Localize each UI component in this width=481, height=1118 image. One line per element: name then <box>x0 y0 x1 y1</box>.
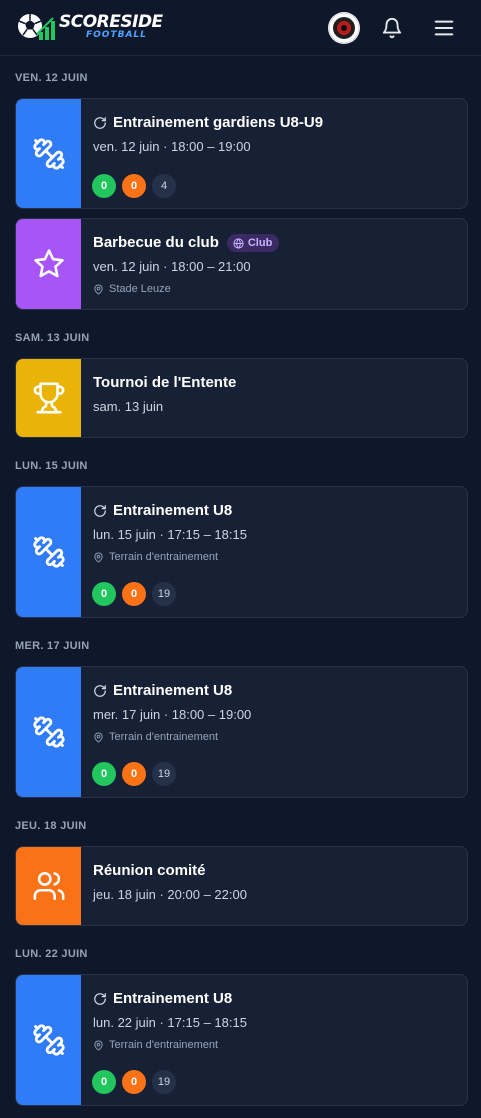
attendance-badges: 0 0 19 <box>92 1070 176 1094</box>
event-title-text: Barbecue du club <box>93 234 219 251</box>
event-location: Terrain d'entrainement <box>93 1038 218 1052</box>
event-title: Entrainement U8 <box>93 989 232 1009</box>
event-type-strip <box>16 975 81 1105</box>
event-location: Terrain d'entrainement <box>93 550 218 564</box>
pending-count-badge: 4 <box>152 174 176 198</box>
present-count-badge: 0 <box>92 762 116 786</box>
event-title: Réunion comité <box>93 861 206 881</box>
event-location: Terrain d'entrainement <box>93 730 218 744</box>
recurring-icon <box>94 505 106 517</box>
day-label: LUN. 22 JUIN <box>15 948 88 960</box>
day-label: VEN. 12 JUIN <box>15 72 88 84</box>
club-avatar[interactable] <box>328 12 360 44</box>
absent-count-badge: 0 <box>122 762 146 786</box>
dumbbell-icon <box>32 1024 65 1056</box>
event-title-text: Entrainement U8 <box>113 990 233 1007</box>
event-type-strip <box>16 99 81 208</box>
event-card[interactable]: Entrainement U8 lun. 22 juin · 17:15 – 1… <box>15 974 468 1106</box>
event-location: Stade Leuze <box>93 282 171 296</box>
event-type-strip <box>16 847 81 925</box>
present-count-badge: 0 <box>92 1070 116 1094</box>
recurring-icon <box>94 117 106 129</box>
attendance-badges: 0 0 19 <box>92 762 176 786</box>
event-location-text: Stade Leuze <box>109 283 171 295</box>
pending-count-badge: 19 <box>152 582 176 606</box>
present-count-badge: 0 <box>92 582 116 606</box>
logo-ball-icon <box>18 14 55 40</box>
event-date: sam. 13 juin <box>93 399 164 414</box>
logo-text: SCORESIDE <box>59 12 163 32</box>
absent-count-badge: 0 <box>122 174 146 198</box>
event-title-text: Entrainement U8 <box>113 682 233 699</box>
star-icon <box>33 249 64 278</box>
event-card[interactable]: Barbecue du club Club ven. 12 juin · 18:… <box>15 218 468 310</box>
location-pin-icon <box>94 1039 103 1051</box>
event-card[interactable]: Entrainement U8 mer. 17 juin · 18:00 – 1… <box>15 666 468 798</box>
event-date: ven. 12 juin · 18:00 – 21:00 <box>93 259 251 274</box>
top-bar: SCORESIDE FOOTBALL <box>0 0 481 56</box>
event-date: jeu. 18 juin · 20:00 – 22:00 <box>93 887 247 902</box>
event-type-strip <box>16 219 81 309</box>
day-label: LUN. 15 JUIN <box>15 460 88 472</box>
event-card[interactable]: Réunion comité jeu. 18 juin · 20:00 – 22… <box>15 846 468 926</box>
recurring-icon <box>94 993 106 1005</box>
event-title: Entrainement gardiens U8-U9 <box>93 113 323 133</box>
location-pin-icon <box>94 551 103 563</box>
event-location-text: Terrain d'entrainement <box>109 551 219 563</box>
club-tag: Club <box>226 234 280 252</box>
trophy-icon <box>33 382 64 414</box>
location-pin-icon <box>94 731 103 743</box>
logo-subtext: FOOTBALL <box>86 30 147 40</box>
club-crest-icon <box>328 12 360 44</box>
event-type-strip <box>16 487 81 617</box>
day-label: MER. 17 JUIN <box>15 640 90 652</box>
absent-count-badge: 0 <box>122 582 146 606</box>
event-date: lun. 15 juin · 17:15 – 18:15 <box>93 527 247 542</box>
day-label: JEU. 18 JUIN <box>15 820 87 832</box>
attendance-badges: 0 0 19 <box>92 582 176 606</box>
event-card[interactable]: Tournoi de l'Entente sam. 13 juin <box>15 358 468 438</box>
globe-icon <box>233 237 244 249</box>
location-pin-icon <box>94 283 103 295</box>
event-location-text: Terrain d'entrainement <box>109 731 219 743</box>
event-title: Entrainement U8 <box>93 501 232 521</box>
event-date: ven. 12 juin · 18:00 – 19:00 <box>93 139 251 154</box>
dumbbell-icon <box>32 536 65 568</box>
users-icon <box>33 871 64 901</box>
event-title-text: Réunion comité <box>93 862 206 879</box>
pending-count-badge: 19 <box>152 762 176 786</box>
event-type-strip <box>16 667 81 797</box>
attendance-badges: 0 0 4 <box>92 174 176 198</box>
event-card[interactable]: Entrainement U8 lun. 15 juin · 17:15 – 1… <box>15 486 468 618</box>
logo[interactable]: SCORESIDE FOOTBALL <box>15 10 163 46</box>
event-type-strip <box>16 359 81 437</box>
event-title: Barbecue du club Club <box>93 233 280 253</box>
event-date: mer. 17 juin · 18:00 – 19:00 <box>93 707 252 722</box>
dumbbell-icon <box>32 716 65 748</box>
event-title-text: Entrainement U8 <box>113 502 233 519</box>
event-title: Entrainement U8 <box>93 681 232 701</box>
menu-icon[interactable] <box>433 17 455 39</box>
event-title-text: Entrainement gardiens U8-U9 <box>113 114 324 131</box>
dumbbell-icon <box>32 137 65 170</box>
recurring-icon <box>94 685 106 697</box>
pending-count-badge: 19 <box>152 1070 176 1094</box>
present-count-badge: 0 <box>92 174 116 198</box>
club-tag-label: Club <box>247 237 273 249</box>
event-title: Tournoi de l'Entente <box>93 373 236 393</box>
event-location-text: Terrain d'entrainement <box>109 1039 219 1051</box>
notifications-bell-icon[interactable] <box>381 16 403 40</box>
event-date: lun. 22 juin · 17:15 – 18:15 <box>93 1015 247 1030</box>
absent-count-badge: 0 <box>122 1070 146 1094</box>
event-title-text: Tournoi de l'Entente <box>93 374 237 391</box>
event-card[interactable]: Entrainement gardiens U8-U9 ven. 12 juin… <box>15 98 468 209</box>
day-label: SAM. 13 JUIN <box>15 332 90 344</box>
